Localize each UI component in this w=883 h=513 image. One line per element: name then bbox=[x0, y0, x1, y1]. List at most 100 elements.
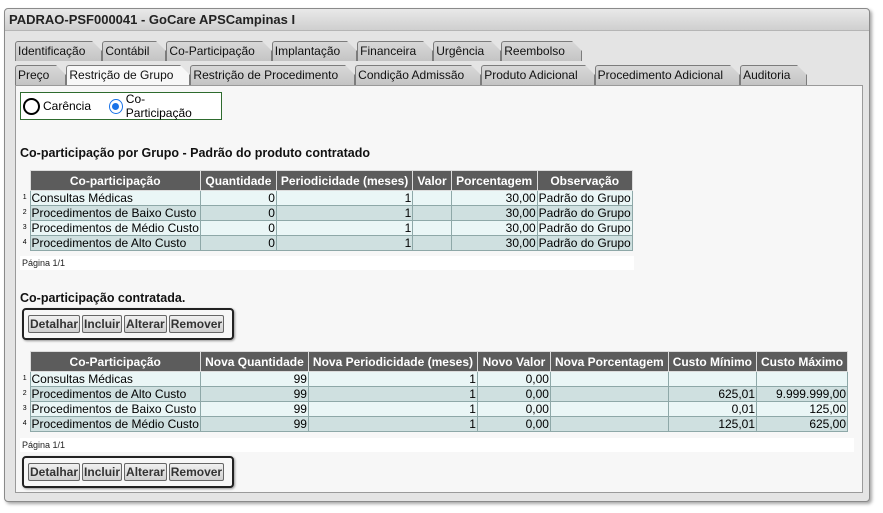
table-row[interactable]: 3 Procedimentos de Médio Custo 0 1 30,00… bbox=[20, 220, 633, 236]
cell-porcentagem: 30,00 bbox=[450, 205, 538, 221]
cell-quantidade: 0 bbox=[199, 190, 277, 206]
tab-panel: Carência Co-Participação Co-participação… bbox=[15, 85, 863, 493]
cell-periodicidade: 1 bbox=[275, 220, 414, 236]
cell-nova-quantidade: 99 bbox=[199, 386, 309, 402]
row-number: 4 bbox=[22, 420, 27, 427]
col-nova-periodicidade[interactable]: Nova Periodicidade (meses) bbox=[307, 351, 478, 372]
col-novo-valor[interactable]: Novo Valor bbox=[476, 351, 551, 372]
table-row[interactable]: 2 Procedimentos de Baixo Custo 0 1 30,00… bbox=[20, 205, 633, 221]
alterar-button[interactable]: Alterar bbox=[124, 463, 167, 481]
cell-grupo: Procedimentos de Médio Custo bbox=[29, 220, 201, 236]
tab-financeira[interactable]: Financeira bbox=[357, 41, 434, 61]
col-valor[interactable]: Valor bbox=[412, 170, 452, 191]
cell-observacao: Padrão do Grupo bbox=[536, 220, 633, 236]
radio-carencia-button[interactable] bbox=[23, 97, 40, 115]
row-number: 4 bbox=[22, 239, 27, 246]
col-periodicidade[interactable]: Periodicidade (meses) bbox=[275, 170, 414, 191]
cell-valor bbox=[412, 235, 452, 251]
tab-contabil[interactable]: Contábil bbox=[102, 41, 167, 61]
incluir-button[interactable]: Incluir bbox=[82, 463, 123, 481]
col-quantidade[interactable]: Quantidade bbox=[199, 170, 277, 191]
alterar-button[interactable]: Alterar bbox=[124, 315, 167, 333]
tab-restricao-de-procedimento[interactable]: Restrição de Procedimento bbox=[190, 65, 356, 85]
cell-grupo: Procedimentos de Baixo Custo bbox=[29, 205, 201, 221]
tab-co-participacao[interactable]: Co-Participação bbox=[166, 41, 273, 61]
tab-produto-adicional[interactable]: Produto Adicional bbox=[481, 65, 596, 85]
table-header-row: Co-Participação Nova Quantidade Nova Per… bbox=[20, 351, 849, 372]
table-header-row: Co-participação Quantidade Periodicidade… bbox=[20, 170, 633, 191]
row-number: 2 bbox=[22, 209, 27, 216]
cell-novo-valor: 0,00 bbox=[476, 401, 551, 417]
cell-nova-periodicidade: 1 bbox=[307, 416, 478, 432]
col-nova-quantidade[interactable]: Nova Quantidade bbox=[199, 351, 309, 372]
tab-auditoria[interactable]: Auditoria bbox=[740, 65, 808, 85]
remover-button[interactable]: Remover bbox=[168, 315, 225, 333]
cell-nova-quantidade: 99 bbox=[199, 416, 309, 432]
radio-co-participacao-button[interactable] bbox=[109, 98, 123, 114]
tab-procedimento-adicional[interactable]: Procedimento Adicional bbox=[594, 65, 741, 85]
cell-grupo: Consultas Médicas bbox=[29, 371, 201, 387]
radio-co-participacao[interactable]: Co-Participação bbox=[109, 92, 203, 120]
radio-co-participacao-label: Co-Participação bbox=[125, 92, 192, 120]
row-number: 1 bbox=[22, 194, 27, 201]
tab-condicao-admissao[interactable]: Condição Admissão bbox=[355, 65, 482, 85]
cell-custo-minimo: 0,01 bbox=[667, 401, 758, 417]
cell-observacao: Padrão do Grupo bbox=[536, 205, 633, 221]
cell-grupo: Procedimentos de Alto Custo bbox=[29, 235, 201, 251]
cell-valor bbox=[412, 190, 452, 206]
cell-nova-periodicidade: 1 bbox=[307, 401, 478, 417]
incluir-button[interactable]: Incluir bbox=[82, 315, 123, 333]
cell-grupo: Procedimentos de Baixo Custo bbox=[29, 401, 201, 417]
col-porcentagem[interactable]: Porcentagem bbox=[450, 170, 538, 191]
col-custo-maximo[interactable]: Custo Máximo bbox=[756, 351, 849, 372]
cell-nova-porcentagem bbox=[549, 386, 669, 402]
table-row[interactable]: 4 Procedimentos de Alto Custo 0 1 30,00 … bbox=[20, 235, 633, 251]
main-window: PADRAO-PSF000041 - GoCare APSCampinas I … bbox=[4, 8, 870, 502]
radio-carencia-label: Carência bbox=[43, 99, 92, 113]
pager-1: Página 1/1 bbox=[20, 256, 634, 270]
cell-quantidade: 0 bbox=[199, 235, 277, 251]
toolbar-top: Detalhar Incluir Alterar Remover bbox=[22, 308, 234, 340]
row-number: 1 bbox=[22, 375, 27, 382]
col-co-participacao[interactable]: Co-participação bbox=[29, 170, 201, 191]
cell-grupo: Procedimentos de Alto Custo bbox=[29, 386, 201, 402]
cell-custo-maximo: 125,00 bbox=[756, 401, 849, 417]
cell-nova-porcentagem bbox=[549, 401, 669, 417]
contracted-coparticipation-table: Co-Participação Nova Quantidade Nova Per… bbox=[20, 351, 849, 432]
tab-implantacao[interactable]: Implantação bbox=[271, 41, 358, 61]
table-row[interactable]: 3 Procedimentos de Baixo Custo 99 1 0,00… bbox=[20, 401, 849, 417]
row-number: 3 bbox=[22, 405, 27, 412]
detalhar-button[interactable]: Detalhar bbox=[28, 463, 81, 481]
cell-custo-maximo: 9.999.999,00 bbox=[756, 386, 849, 402]
tab-reembolso[interactable]: Reembolso bbox=[501, 41, 582, 61]
tab-restricao-de-grupo[interactable]: Restrição de Grupo bbox=[66, 65, 191, 85]
tab-identificacao[interactable]: Identificação bbox=[15, 41, 103, 61]
table-row[interactable]: 4 Procedimentos de Médio Custo 99 1 0,00… bbox=[20, 416, 849, 432]
cell-periodicidade: 1 bbox=[275, 190, 414, 206]
col-nova-porcentagem[interactable]: Nova Porcentagem bbox=[549, 351, 669, 372]
radio-carencia[interactable]: Carência bbox=[23, 97, 92, 115]
cell-nova-porcentagem bbox=[549, 371, 669, 387]
cell-custo-minimo bbox=[667, 371, 758, 387]
cell-porcentagem: 30,00 bbox=[450, 190, 538, 206]
cell-custo-maximo bbox=[756, 371, 849, 387]
tab-row-2: Preço Restrição de Grupo Restrição de Pr… bbox=[15, 65, 808, 85]
cell-quantidade: 0 bbox=[199, 220, 277, 236]
table-row[interactable]: 1 Consultas Médicas 99 1 0,00 bbox=[20, 371, 849, 387]
table-row[interactable]: 2 Procedimentos de Alto Custo 99 1 0,00 … bbox=[20, 386, 849, 402]
table-row[interactable]: 1 Consultas Médicas 0 1 30,00 Padrão do … bbox=[20, 190, 633, 206]
col-co-participacao[interactable]: Co-Participação bbox=[29, 351, 201, 372]
remover-button[interactable]: Remover bbox=[168, 463, 225, 481]
cell-valor bbox=[412, 205, 452, 221]
tab-preco[interactable]: Preço bbox=[15, 65, 67, 85]
col-custo-minimo[interactable]: Custo Mínimo bbox=[667, 351, 758, 372]
cell-periodicidade: 1 bbox=[275, 205, 414, 221]
section1-title: Co-participação por Grupo - Padrão do pr… bbox=[20, 146, 371, 160]
toolbar-bottom: Detalhar Incluir Alterar Remover bbox=[22, 456, 234, 488]
section2-title: Co-participação contratada. bbox=[20, 291, 186, 305]
cell-observacao: Padrão do Grupo bbox=[536, 190, 633, 206]
detalhar-button[interactable]: Detalhar bbox=[28, 315, 81, 333]
cell-nova-periodicidade: 1 bbox=[307, 386, 478, 402]
tab-urgencia[interactable]: Urgência bbox=[433, 41, 502, 61]
col-observacao[interactable]: Observação bbox=[536, 170, 633, 191]
